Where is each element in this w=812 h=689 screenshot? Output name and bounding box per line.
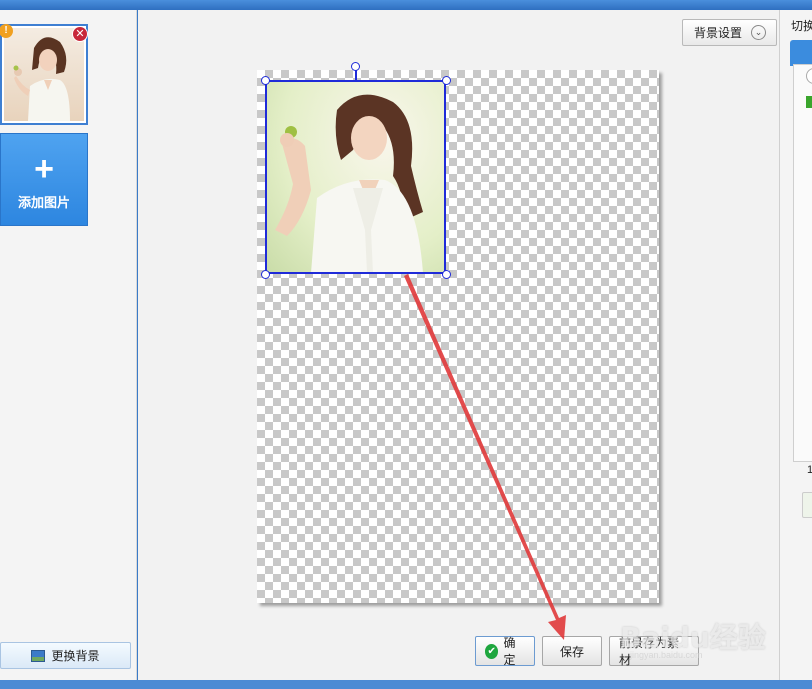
close-icon[interactable]: ✕ — [72, 26, 88, 42]
background-settings-dropdown[interactable]: 背景设置 ⌄ — [682, 19, 777, 46]
title-bar — [0, 0, 812, 10]
page-number: 1 — [807, 464, 812, 476]
canvas-area: 背景设置 ⌄ ✔ 确定 保存 前景存为素材 — [138, 10, 779, 680]
landscape-icon — [31, 649, 46, 662]
save-button[interactable]: 保存 — [542, 636, 602, 666]
girl-photo-icon — [13, 37, 70, 121]
confirm-button[interactable]: ✔ 确定 — [475, 636, 535, 667]
switch-label: 切换 — [791, 19, 812, 33]
rotate-handle-stem — [355, 70, 357, 80]
right-panel-content — [793, 64, 812, 462]
add-image-label: 添加图片 — [17, 195, 70, 210]
right-panel-button[interactable] — [802, 492, 812, 518]
resize-handle-top-right[interactable] — [442, 76, 451, 85]
status-bar — [0, 680, 812, 689]
resize-handle-top-left[interactable] — [261, 76, 270, 85]
background-settings-label: 背景设置 — [694, 26, 743, 40]
watermark-url: jingyan.baidu.com — [630, 650, 703, 660]
confirm-label: 确定 — [503, 636, 516, 667]
chevron-down-icon: ⌄ — [751, 25, 767, 40]
save-label: 保存 — [559, 644, 584, 659]
image-thumbnail[interactable]: ! ✕ — [0, 24, 88, 125]
add-image-button[interactable]: + 添加图片 — [0, 133, 88, 226]
left-panel: ! ✕ + 添加图片 更换背景 — [0, 10, 137, 680]
rotate-handle[interactable] — [351, 62, 360, 71]
resize-handle-bottom-right[interactable] — [442, 270, 451, 279]
check-icon: ✔ — [485, 643, 499, 659]
resize-handle-bottom-left[interactable] — [261, 270, 270, 279]
thumbnail-photo — [4, 28, 84, 121]
right-panel: 切换 1 — [779, 10, 812, 680]
right-panel-tab[interactable] — [790, 40, 812, 66]
transparent-canvas[interactable] — [257, 62, 659, 603]
selection-box[interactable] — [265, 80, 446, 274]
status-badge — [806, 96, 812, 108]
baidu-watermark: Baidu经验 jingyan.baidu.com — [620, 612, 780, 662]
change-background-label: 更换背景 — [51, 649, 100, 663]
change-background-button[interactable]: 更换背景 — [0, 642, 131, 669]
plus-icon: + — [34, 150, 54, 188]
